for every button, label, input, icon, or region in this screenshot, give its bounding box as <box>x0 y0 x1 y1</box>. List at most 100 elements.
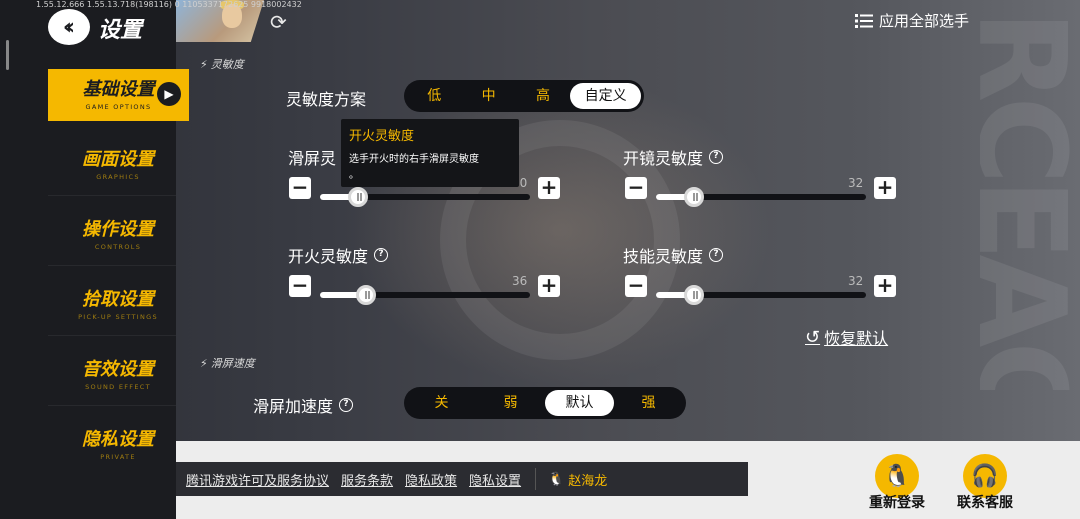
fire-sensitivity-text: 开火灵敏度 <box>288 247 369 266</box>
link-privacy-settings[interactable]: 隐私设置 <box>469 470 521 489</box>
swipe-sensitivity-text: 滑屏灵 <box>288 149 337 168</box>
fire-sensitivity-plus-button[interactable]: + <box>538 275 560 297</box>
help-icon[interactable]: ? <box>374 248 389 262</box>
sidebar-divider <box>48 265 176 266</box>
skill-sensitivity-label: 技能灵敏度 ? <box>623 243 724 267</box>
back-button[interactable]: ‹‹ <box>48 9 90 45</box>
apply-all-players-button[interactable]: 应用全部选手 <box>855 10 969 31</box>
skill-sensitivity-plus-button[interactable]: + <box>874 275 896 297</box>
fire-sensitivity-minus-button[interactable]: − <box>289 275 311 297</box>
section-swipe-speed-label: 滑屏速度 <box>210 357 255 370</box>
swipe-sensitivity-label: 滑屏灵 <box>288 145 336 169</box>
scope-sensitivity-slider[interactable] <box>656 187 866 207</box>
tooltip-description-line: 选手开火时的右手滑屏灵敏度 <box>349 154 479 165</box>
scheme-option-high[interactable]: 高 <box>516 83 570 109</box>
customer-service-label: 联系客服 <box>957 495 1013 511</box>
sidebar-divider <box>48 195 176 196</box>
skill-sensitivity-slider[interactable] <box>656 285 866 305</box>
restore-default-button[interactable]: ↺ 恢复默认 <box>805 325 888 349</box>
scope-sensitivity-value: 32 <box>848 176 864 190</box>
swipe-acceleration-selector[interactable]: 关 弱 默认 强 <box>404 387 686 419</box>
slider-knob[interactable] <box>683 187 704 207</box>
scope-sensitivity-text: 开镜灵敏度 <box>623 149 704 168</box>
scope-sensitivity-label: 开镜灵敏度 ? <box>623 145 724 169</box>
refresh-icon[interactable]: ⟳ <box>270 10 287 34</box>
play-arrow-icon: ▶ <box>157 82 181 106</box>
sidebar-item-controls[interactable]: 操作设置 CONTROLS <box>48 209 188 261</box>
sidebar-item-graphics[interactable]: 画面设置 GRAPHICS <box>48 139 188 191</box>
sidebar-item-pickup[interactable]: 拾取设置 PICK-UP SETTINGS <box>48 279 188 331</box>
restore-default-label: 恢复默认 <box>824 329 889 348</box>
swipe-acceleration-label: 滑屏加速度 ? <box>253 393 354 417</box>
sidebar-item-privacy[interactable]: 隐私设置 PRIVATE <box>48 419 188 471</box>
relogin-button[interactable]: 🐧 重新登录 <box>857 454 937 512</box>
skill-sensitivity-minus-button[interactable]: − <box>625 275 647 297</box>
signal-icon: ⚡ <box>200 57 208 71</box>
accel-option-strong[interactable]: 强 <box>614 390 683 416</box>
page-title: 设置 <box>98 18 143 43</box>
scheme-option-mid[interactable]: 中 <box>461 83 515 109</box>
tooltip-title: 开火灵敏度 <box>349 129 415 144</box>
sidebar-item-sublabel: GRAPHICS <box>96 173 140 181</box>
help-icon[interactable]: ? <box>709 150 724 164</box>
user-account: 🐧 赵海龙 <box>548 470 607 489</box>
fire-sensitivity-value: 36 <box>512 274 528 288</box>
relogin-label: 重新登录 <box>869 495 925 511</box>
slider-knob[interactable] <box>347 187 368 207</box>
link-license[interactable]: 腾讯游戏许可及服务协议 <box>186 470 329 489</box>
slider-knob[interactable] <box>683 285 704 305</box>
penguin-icon: 🐧 <box>548 471 565 487</box>
debug-version-text: 1.55.12.666 1.55.13.718(198116) 0 110533… <box>36 0 302 9</box>
customer-service-button[interactable]: 🎧 联系客服 <box>945 454 1025 512</box>
tooltip-description-end: 。 <box>349 170 359 181</box>
sensitivity-scheme-selector[interactable]: 低 中 高 自定义 <box>404 80 644 112</box>
sidebar-divider <box>48 335 176 336</box>
sidebar-item-sublabel: PRIVATE <box>100 453 136 461</box>
accel-option-weak[interactable]: 弱 <box>476 390 545 416</box>
sidebar-item-sublabel: SOUND EFFECT <box>85 383 151 391</box>
sensitivity-scheme-label: 灵敏度方案 <box>286 86 366 110</box>
section-sensitivity-label: 灵敏度 <box>210 58 244 71</box>
footer-divider <box>535 468 537 490</box>
sidebar-item-label: 操作设置 <box>82 219 154 240</box>
sidebar-item-label: 音效设置 <box>82 359 154 380</box>
skill-sensitivity-text: 技能灵敏度 <box>623 247 704 266</box>
sensitivity-scheme-text: 灵敏度方案 <box>286 90 367 109</box>
link-terms[interactable]: 服务条款 <box>341 470 393 489</box>
undo-icon: ↺ <box>805 326 821 348</box>
scope-sensitivity-minus-button[interactable]: − <box>625 177 647 199</box>
scope-sensitivity-plus-button[interactable]: + <box>874 177 896 199</box>
user-name: 赵海龙 <box>568 473 608 489</box>
swipe-sensitivity-slider[interactable] <box>320 187 530 207</box>
skill-sensitivity-value: 32 <box>848 274 864 288</box>
fire-sensitivity-label: 开火灵敏度 ? <box>288 243 389 267</box>
swipe-sensitivity-minus-button[interactable]: − <box>289 177 311 199</box>
apply-all-players-label: 应用全部选手 <box>879 12 970 30</box>
sidebar-divider <box>48 405 176 406</box>
sidebar-item-label: 隐私设置 <box>82 429 154 450</box>
footer-links: 腾讯游戏许可及服务协议 服务条款 隐私政策 隐私设置 🐧 赵海龙 <box>176 462 748 496</box>
sidebar-item-sublabel: PICK-UP SETTINGS <box>78 313 158 321</box>
tooltip-description: 选手开火时的右手滑屏灵敏度 。 <box>349 152 511 184</box>
sidebar-item-sublabel: CONTROLS <box>94 243 142 251</box>
link-privacy-policy[interactable]: 隐私政策 <box>405 470 457 489</box>
scheme-option-low[interactable]: 低 <box>407 83 461 109</box>
background-watermark: RCEAO <box>980 10 1080 390</box>
accel-option-default[interactable]: 默认 <box>545 390 614 416</box>
help-icon[interactable]: ? <box>339 398 354 412</box>
scheme-option-custom[interactable]: 自定义 <box>570 83 642 109</box>
sidebar-item-game-options[interactable]: 基础设置 GAME OPTIONS ▶ <box>48 69 189 121</box>
accel-option-off[interactable]: 关 <box>407 390 476 416</box>
help-icon[interactable]: ? <box>709 248 724 262</box>
sidebar-item-sound[interactable]: 音效设置 SOUND EFFECT <box>48 349 188 401</box>
section-swipe-speed: ⚡ 滑屏速度 <box>200 355 255 371</box>
sidebar-scrollbar[interactable] <box>6 40 9 70</box>
swipe-sensitivity-plus-button[interactable]: + <box>538 177 560 199</box>
double-chevron-left-icon: ‹‹ <box>62 14 75 40</box>
swipe-acceleration-text: 滑屏加速度 <box>253 397 334 416</box>
section-sensitivity: ⚡ 灵敏度 <box>200 56 244 72</box>
sidebar-item-label: 画面设置 <box>82 149 154 170</box>
sidebar-item-label: 拾取设置 <box>82 289 154 310</box>
fire-sensitivity-slider[interactable] <box>320 285 530 305</box>
list-check-icon <box>855 13 873 28</box>
